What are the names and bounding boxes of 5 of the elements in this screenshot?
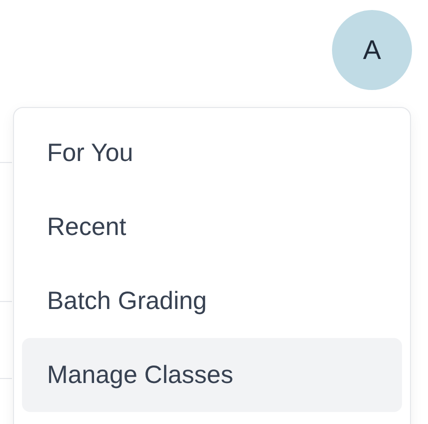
menu-item[interactable]: Batch Grading [22, 264, 402, 338]
avatar[interactable]: A [332, 10, 412, 90]
menu-item[interactable]: Manage Classes [22, 338, 402, 412]
menu-item[interactable]: For You [22, 116, 402, 190]
menu-item[interactable]: Recent [22, 190, 402, 264]
